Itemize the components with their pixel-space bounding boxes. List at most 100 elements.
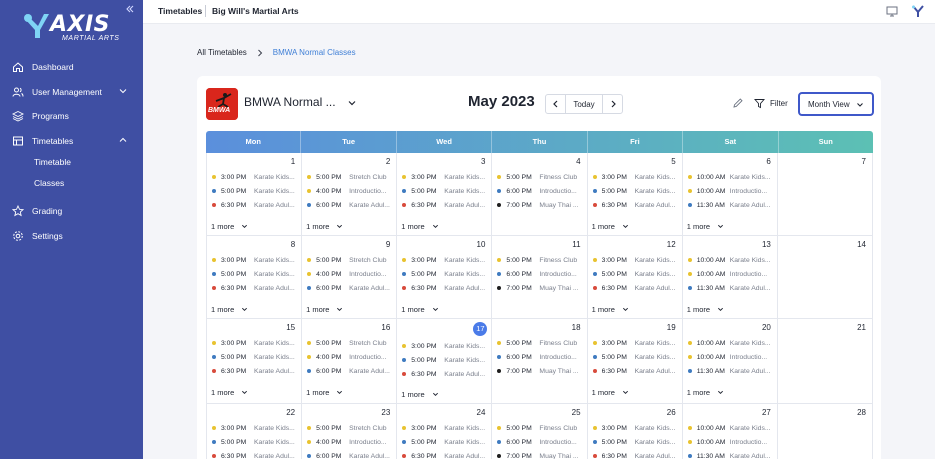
calendar-event[interactable]: 5:00 PM Karate Kids...: [402, 437, 488, 447]
calendar-day-cell[interactable]: 22 3:00 PM Karate Kids... 5:00 PM Karate Kid…: [207, 404, 303, 459]
show-more-button[interactable]: 1 more: [687, 305, 724, 314]
calendar-event[interactable]: 5:00 PM Karate Kids...: [592, 186, 679, 196]
calendar-event[interactable]: 7:00 PM Muay Thai ...: [497, 366, 583, 376]
calendar-event[interactable]: 5:00 PM Karate Kids...: [212, 352, 298, 362]
view-select[interactable]: Month View: [798, 92, 874, 116]
calendar-event[interactable]: 4:00 PM Introductio...: [307, 186, 393, 196]
sidebar-item-dashboard[interactable]: Dashboard: [12, 57, 132, 77]
calendar-event[interactable]: 11:30 AM Karate Adul...: [687, 366, 774, 376]
calendar-day-cell[interactable]: 4 5:00 PM Fitness Club 6:00 PM Introductio..…: [492, 153, 588, 235]
calendar-event[interactable]: 3:00 PM Karate Kids...: [592, 172, 679, 182]
calendar-event[interactable]: 7:00 PM Muay Thai ...: [497, 283, 583, 293]
calendar-event[interactable]: 3:00 PM Karate Kids...: [402, 255, 488, 265]
calendar-day-cell[interactable]: 9 5:00 PM Stretch Club 4:00 PM Introductio..…: [302, 236, 398, 318]
monitor-icon[interactable]: [885, 4, 899, 18]
show-more-button[interactable]: 1 more: [306, 388, 343, 397]
calendar-event[interactable]: 10:00 AM Karate Kids...: [687, 172, 774, 182]
calendar-event[interactable]: 6:00 PM Introductio...: [497, 437, 583, 447]
calendar-event[interactable]: 5:00 PM Karate Kids...: [592, 269, 679, 279]
show-more-button[interactable]: 1 more: [592, 305, 629, 314]
calendar-day-cell[interactable]: 7: [777, 153, 873, 235]
calendar-event[interactable]: 5:00 PM Fitness Club: [497, 338, 583, 348]
calendar-event[interactable]: 10:00 AM Introductio...: [687, 352, 774, 362]
calendar-event[interactable]: 6:30 PM Karate Adul...: [592, 283, 679, 293]
calendar-event[interactable]: 11:30 AM Karate Adul...: [687, 283, 774, 293]
calendar-event[interactable]: 6:00 PM Introductio...: [497, 352, 583, 362]
calendar-event[interactable]: 10:00 AM Karate Kids...: [687, 255, 774, 265]
calendar-event[interactable]: 6:30 PM Karate Adul...: [592, 451, 679, 459]
calendar-event[interactable]: 5:00 PM Karate Kids...: [402, 269, 488, 279]
sidebar-item-timetables[interactable]: Timetables: [12, 131, 132, 151]
calendar-event[interactable]: 6:30 PM Karate Adul...: [212, 366, 298, 376]
calendar-event[interactable]: 3:00 PM Karate Kids...: [402, 423, 488, 433]
axis-logo[interactable]: AXIS MARTIAL ARTS: [20, 8, 120, 44]
calendar-event[interactable]: 5:00 PM Fitness Club: [497, 423, 583, 433]
calendar-event[interactable]: 4:00 PM Introductio...: [307, 437, 393, 447]
sidebar-item-grading[interactable]: Grading: [12, 201, 132, 221]
calendar-event[interactable]: 5:00 PM Karate Kids...: [592, 352, 679, 362]
calendar-event[interactable]: 3:00 PM Karate Kids...: [212, 255, 298, 265]
sidebar-subitem-timetable[interactable]: Timetable: [34, 157, 71, 167]
calendar-event[interactable]: 3:00 PM Karate Kids...: [212, 338, 298, 348]
calendar-event[interactable]: 5:00 PM Stretch Club: [307, 172, 393, 182]
calendar-event[interactable]: 6:00 PM Karate Adul...: [307, 200, 393, 210]
calendar-event[interactable]: 7:00 PM Muay Thai ...: [497, 451, 583, 459]
calendar-day-cell[interactable]: 2 5:00 PM Stretch Club 4:00 PM Introductio..…: [302, 153, 398, 235]
calendar-event[interactable]: 6:30 PM Karate Adul...: [212, 451, 298, 459]
chevron-down-icon[interactable]: [347, 98, 357, 108]
calendar-event[interactable]: 4:00 PM Introductio...: [307, 352, 393, 362]
pencil-icon[interactable]: [732, 97, 744, 109]
calendar-event[interactable]: 6:30 PM Karate Adul...: [592, 200, 679, 210]
calendar-event[interactable]: 6:00 PM Introductio...: [497, 269, 583, 279]
calendar-day-cell[interactable]: 23 5:00 PM Stretch Club 4:00 PM Introductio.…: [302, 404, 398, 459]
calendar-event[interactable]: 5:00 PM Stretch Club: [307, 423, 393, 433]
breadcrumb-all-timetables[interactable]: All Timetables: [197, 48, 247, 57]
show-more-button[interactable]: 1 more: [211, 305, 248, 314]
calendar-day-cell[interactable]: 28: [777, 404, 873, 459]
calendar-event[interactable]: 4:00 PM Introductio...: [307, 269, 393, 279]
sidebar-item-programs[interactable]: Programs: [12, 106, 132, 126]
calendar-day-cell[interactable]: 1 3:00 PM Karate Kids... 5:00 PM Karate Kids…: [207, 153, 303, 235]
calendar-day-cell[interactable]: 10 3:00 PM Karate Kids... 5:00 PM Karate Kid…: [397, 236, 493, 318]
calendar-day-cell[interactable]: 19 3:00 PM Karate Kids... 5:00 PM Karate Kid…: [587, 319, 683, 403]
calendar-day-cell[interactable]: 26 3:00 PM Karate Kids... 5:00 PM Karate Kid…: [587, 404, 683, 459]
show-more-button[interactable]: 1 more: [687, 222, 724, 231]
calendar-event[interactable]: 6:30 PM Karate Adul...: [402, 451, 488, 459]
axis-logo-icon[interactable]: [911, 4, 925, 18]
calendar-event[interactable]: 5:00 PM Karate Kids...: [212, 186, 298, 196]
calendar-event[interactable]: 6:30 PM Karate Adul...: [402, 283, 488, 293]
next-month-button[interactable]: [602, 94, 623, 114]
calendar-day-cell[interactable]: 18 5:00 PM Fitness Club 6:00 PM Introductio.…: [492, 319, 588, 403]
calendar-day-cell[interactable]: 13 10:00 AM Karate Kids... 10:00 AM Introduc…: [682, 236, 778, 318]
calendar-event[interactable]: 11:30 AM Karate Adul...: [687, 451, 774, 459]
show-more-button[interactable]: 1 more: [401, 390, 438, 399]
calendar-event[interactable]: 6:30 PM Karate Adul...: [212, 200, 298, 210]
filter-button[interactable]: Filter: [754, 97, 788, 109]
show-more-button[interactable]: 1 more: [306, 305, 343, 314]
calendar-event[interactable]: 3:00 PM Karate Kids...: [402, 341, 488, 351]
calendar-event[interactable]: 6:30 PM Karate Adul...: [212, 283, 298, 293]
calendar-day-cell[interactable]: 14: [777, 236, 873, 318]
calendar-event[interactable]: 5:00 PM Karate Kids...: [212, 269, 298, 279]
calendar-event[interactable]: 3:00 PM Karate Kids...: [592, 423, 679, 433]
show-more-button[interactable]: 1 more: [592, 388, 629, 397]
calendar-event[interactable]: 6:30 PM Karate Adul...: [402, 369, 488, 379]
calendar-event[interactable]: 6:30 PM Karate Adul...: [592, 366, 679, 376]
calendar-event[interactable]: 11:30 AM Karate Adul...: [687, 200, 774, 210]
calendar-event[interactable]: 6:00 PM Introductio...: [497, 186, 583, 196]
calendar-event[interactable]: 5:00 PM Stretch Club: [307, 338, 393, 348]
calendar-day-cell[interactable]: 11 5:00 PM Fitness Club 6:00 PM Introductio.…: [492, 236, 588, 318]
calendar-event[interactable]: 6:30 PM Karate Adul...: [402, 200, 488, 210]
today-button[interactable]: Today: [565, 94, 603, 114]
calendar-event[interactable]: 5:00 PM Stretch Club: [307, 255, 393, 265]
double-chevron-left-icon[interactable]: [125, 4, 135, 14]
show-more-button[interactable]: 1 more: [306, 222, 343, 231]
calendar-event[interactable]: 3:00 PM Karate Kids...: [212, 172, 298, 182]
calendar-event[interactable]: 3:00 PM Karate Kids...: [592, 255, 679, 265]
show-more-button[interactable]: 1 more: [401, 222, 438, 231]
calendar-event[interactable]: 6:00 PM Karate Adul...: [307, 283, 393, 293]
sidebar-item-user-management[interactable]: User Management: [12, 82, 132, 102]
calendar-event[interactable]: 3:00 PM Karate Kids...: [592, 338, 679, 348]
show-more-button[interactable]: 1 more: [401, 305, 438, 314]
calendar-day-cell[interactable]: 16 5:00 PM Stretch Club 4:00 PM Introductio.…: [302, 319, 398, 403]
